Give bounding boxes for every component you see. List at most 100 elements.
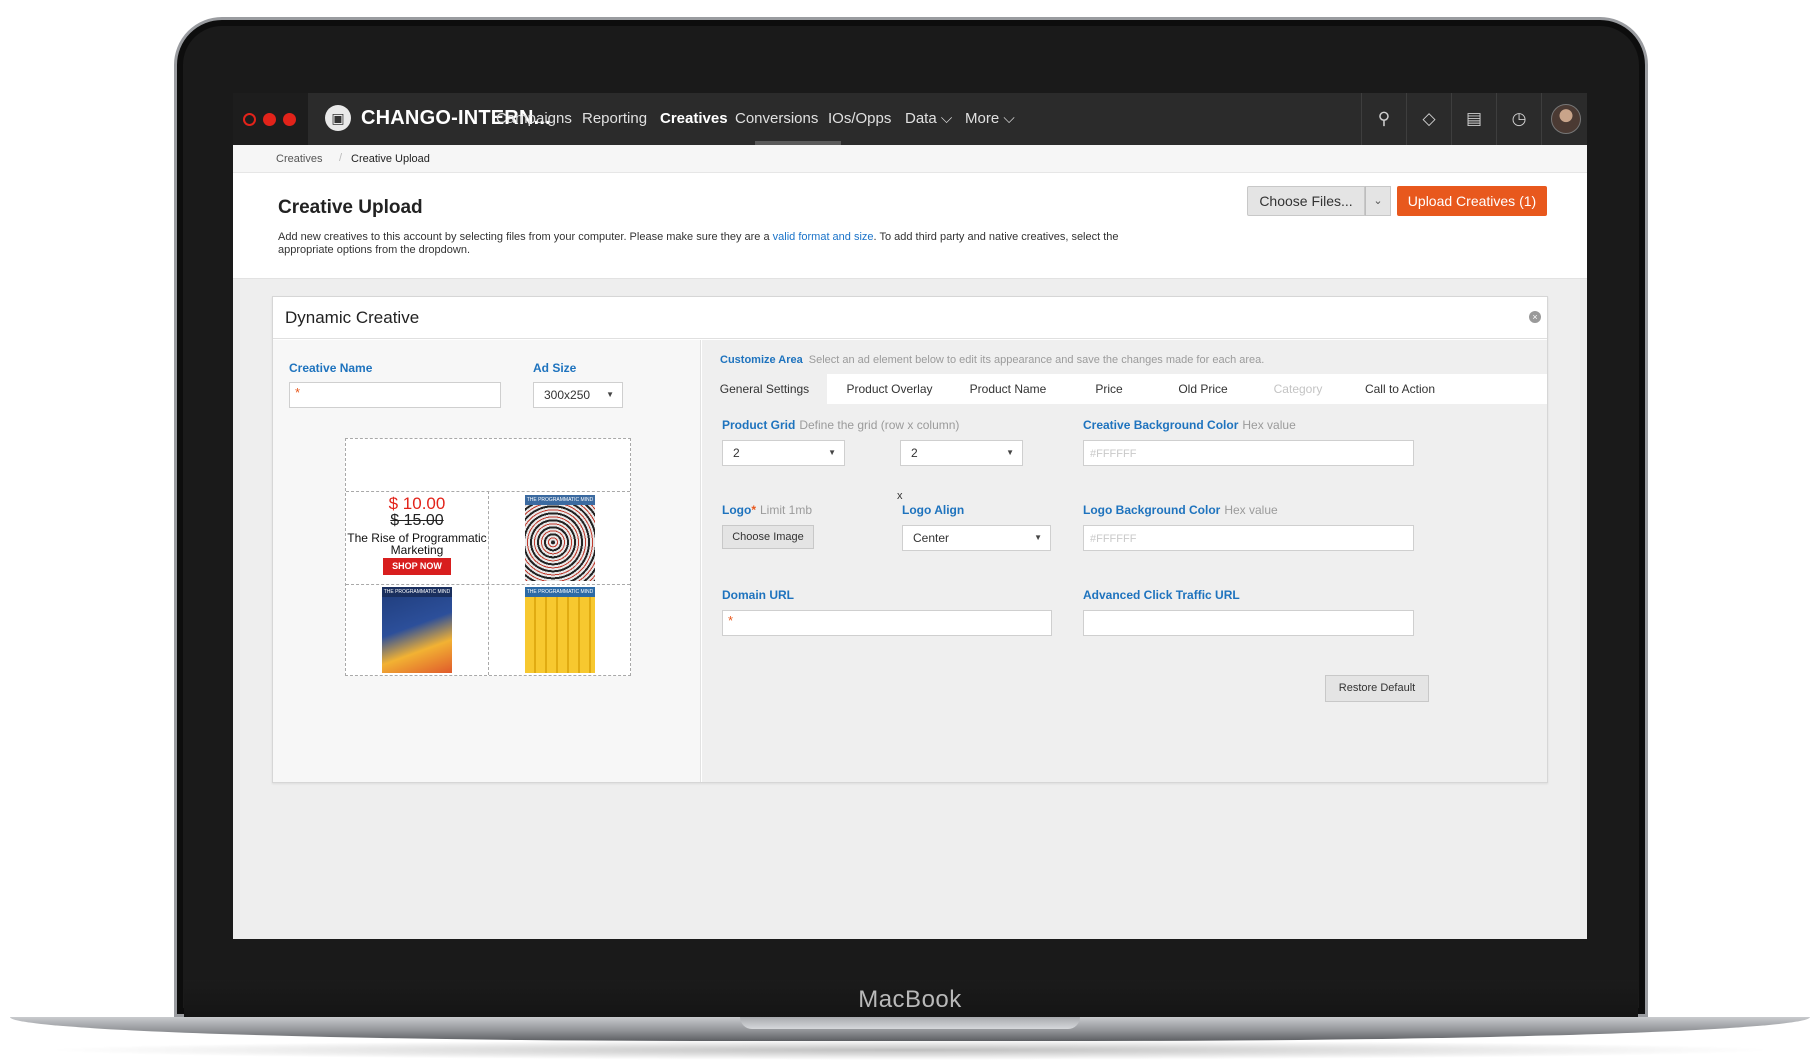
ad-size-select[interactable]: 300x250 ▼ — [533, 382, 623, 408]
logo-dots[interactable] — [233, 93, 308, 145]
logo-bg-color-placeholder: #FFFFFF — [1090, 533, 1137, 545]
customize-area: Customize Area Select an ad element below… — [702, 340, 1547, 782]
logo-bg-color-title: Logo Background Color — [1083, 503, 1221, 517]
creative-bg-color-hint: Hex value — [1242, 418, 1296, 432]
laptop-notch — [740, 1017, 1080, 1029]
required-marker: * — [751, 503, 756, 517]
required-marker: * — [728, 613, 734, 628]
book-cover-header: THE PROGRAMMATIC MIND — [525, 587, 595, 597]
tab-general-settings[interactable]: General Settings — [702, 374, 827, 404]
upload-creatives-button[interactable]: Upload Creatives (1) — [1397, 186, 1547, 216]
nav-reporting[interactable]: Reporting — [582, 110, 647, 127]
product-grid-label: Product Grid Define the grid (row x colum… — [722, 418, 959, 432]
customize-header: Customize Area Select an ad element below… — [720, 354, 1264, 366]
logo-align-value: Center — [913, 531, 950, 545]
search-icon[interactable]: ⚲ — [1362, 93, 1407, 145]
chevron-down-icon[interactable]: ⌄ — [1365, 186, 1391, 216]
laptop-brand: MacBook — [858, 986, 962, 1013]
nav-conversions[interactable]: Conversions — [735, 110, 818, 127]
restore-default-button[interactable]: Restore Default — [1325, 675, 1429, 702]
logo-label: Logo* Limit 1mb — [722, 503, 812, 517]
creative-settings-column: Creative Name * Ad Size 300x250 ▼ $ 10.0… — [273, 340, 701, 782]
page-header: Creatives / Creative Upload Creative Upl… — [233, 145, 1587, 279]
tab-category: Category — [1273, 382, 1323, 396]
logo-bg-color-hint: Hex value — [1224, 503, 1278, 517]
advanced-click-url-label: Advanced Click Traffic URL — [1083, 588, 1240, 602]
ad-size-label: Ad Size — [533, 361, 577, 375]
price-new: $ 10.00 — [388, 494, 446, 513]
creative-bg-color-input[interactable]: #FFFFFF — [1083, 440, 1414, 466]
tag-icon[interactable]: ◇ — [1407, 93, 1452, 145]
customize-tabs: General Settings Product Overlay Product… — [702, 374, 1547, 404]
book-cover-marketer-utopia: THE PROGRAMMATIC MIND — [382, 587, 452, 673]
preview-cell-book[interactable]: THE PROGRAMMATIC MIND — [489, 585, 630, 675]
clipboard-icon[interactable]: ▤ — [1452, 93, 1497, 145]
creative-bg-color-label: Creative Background Color Hex value — [1083, 418, 1296, 432]
logo-hint: Limit 1mb — [760, 503, 813, 517]
page-title: Creative Upload — [278, 197, 423, 218]
creative-bg-color-title: Creative Background Color — [1083, 418, 1239, 432]
preview-cell-book[interactable]: THE PROGRAMMATIC MIND — [489, 492, 630, 584]
logo-align-label: Logo Align — [902, 503, 965, 517]
choose-image-button[interactable]: Choose Image — [722, 525, 814, 549]
product-grid-hint: Define the grid (row x column) — [799, 418, 960, 432]
shop-now-cta: SHOP NOW — [383, 558, 451, 575]
top-nav: ▣ CHANGO-INTERN... Campaigns Reporting C… — [233, 93, 1587, 145]
caret-down-icon: ▼ — [606, 390, 614, 399]
close-icon[interactable]: × — [1529, 311, 1541, 323]
price-old: $ 15.00 — [390, 512, 444, 529]
cube-icon[interactable]: ▣ — [325, 105, 351, 131]
nav-more-dropdown[interactable]: More ⌵ — [965, 110, 1015, 127]
nav-campaigns[interactable]: Campaigns — [496, 110, 572, 127]
logo-align-select[interactable]: Center ▼ — [902, 525, 1051, 551]
book-cover-fingerprint: THE PROGRAMMATIC MIND — [525, 495, 595, 581]
preview-cell-book[interactable]: THE PROGRAMMATIC MIND — [346, 585, 488, 675]
panel-title: Dynamic Creative — [285, 308, 420, 327]
book-cover-header: THE PROGRAMMATIC MIND — [525, 495, 595, 505]
creative-name-input[interactable]: * — [289, 382, 501, 408]
grid-rows-value: 2 — [733, 446, 740, 460]
logo-bg-color-input[interactable]: #FFFFFF — [1083, 525, 1414, 551]
logo-dot-filled — [263, 113, 276, 126]
customize-title: Customize Area — [720, 354, 803, 366]
logo-dot-filled — [283, 113, 296, 126]
customize-desc: Select an ad element below to edit its a… — [808, 354, 1265, 366]
nav-creatives[interactable]: Creatives — [660, 110, 728, 127]
creative-name-label: Creative Name — [289, 361, 373, 375]
screen: ▣ CHANGO-INTERN... Campaigns Reporting C… — [233, 93, 1587, 939]
preview-cell-product[interactable]: $ 10.00 $ 15.00 The Rise of Programmatic… — [346, 492, 488, 584]
advanced-click-url-input[interactable] — [1083, 610, 1414, 636]
tab-call-to-action[interactable]: Call to Action — [1344, 374, 1456, 404]
breadcrumb-creatives[interactable]: Creatives — [276, 153, 322, 165]
tab-product-overlay[interactable]: Product Overlay — [827, 374, 952, 404]
tab-price[interactable]: Price — [1064, 374, 1154, 404]
grid-rows-select[interactable]: 2 ▼ — [722, 440, 845, 466]
caret-down-icon: ▼ — [1034, 533, 1042, 542]
nav-data-dropdown[interactable]: Data ⌵ — [905, 110, 952, 127]
page-description: Add new creatives to this account by sel… — [278, 231, 1158, 257]
desc-text: Add new creatives to this account by sel… — [278, 231, 773, 243]
logo-dot-outline — [243, 113, 256, 126]
grid-times: x — [897, 490, 903, 502]
breadcrumb-current: Creative Upload — [351, 153, 430, 165]
valid-format-link[interactable]: valid format and size — [773, 231, 874, 243]
choose-files-button[interactable]: Choose Files... — [1247, 186, 1365, 216]
laptop-shadow — [40, 1040, 1780, 1060]
domain-url-input[interactable]: * — [722, 610, 1052, 636]
avatar[interactable] — [1551, 104, 1581, 134]
clock-icon[interactable]: ◷ — [1497, 93, 1542, 145]
logo-title: Logo — [722, 503, 752, 517]
tab-product-name[interactable]: Product Name — [952, 374, 1064, 404]
tab-old-price[interactable]: Old Price — [1154, 374, 1252, 404]
ad-size-value: 300x250 — [544, 388, 591, 402]
grid-cols-select[interactable]: 2 ▼ — [900, 440, 1023, 466]
required-marker: * — [295, 385, 301, 400]
creative-bg-color-placeholder: #FFFFFF — [1090, 448, 1137, 460]
creative-preview[interactable]: $ 10.00 $ 15.00 The Rise of Programmatic… — [345, 438, 631, 676]
domain-url-label: Domain URL — [722, 588, 794, 602]
panel-header: Dynamic Creative × — [273, 297, 1547, 339]
logo-bg-color-label: Logo Background Color Hex value — [1083, 503, 1278, 517]
nav-ios-opps[interactable]: IOs/Opps — [828, 110, 891, 127]
breadcrumb: Creatives / Creative Upload — [233, 145, 1587, 173]
book-cover-connecting-dots: THE PROGRAMMATIC MIND — [525, 587, 595, 673]
